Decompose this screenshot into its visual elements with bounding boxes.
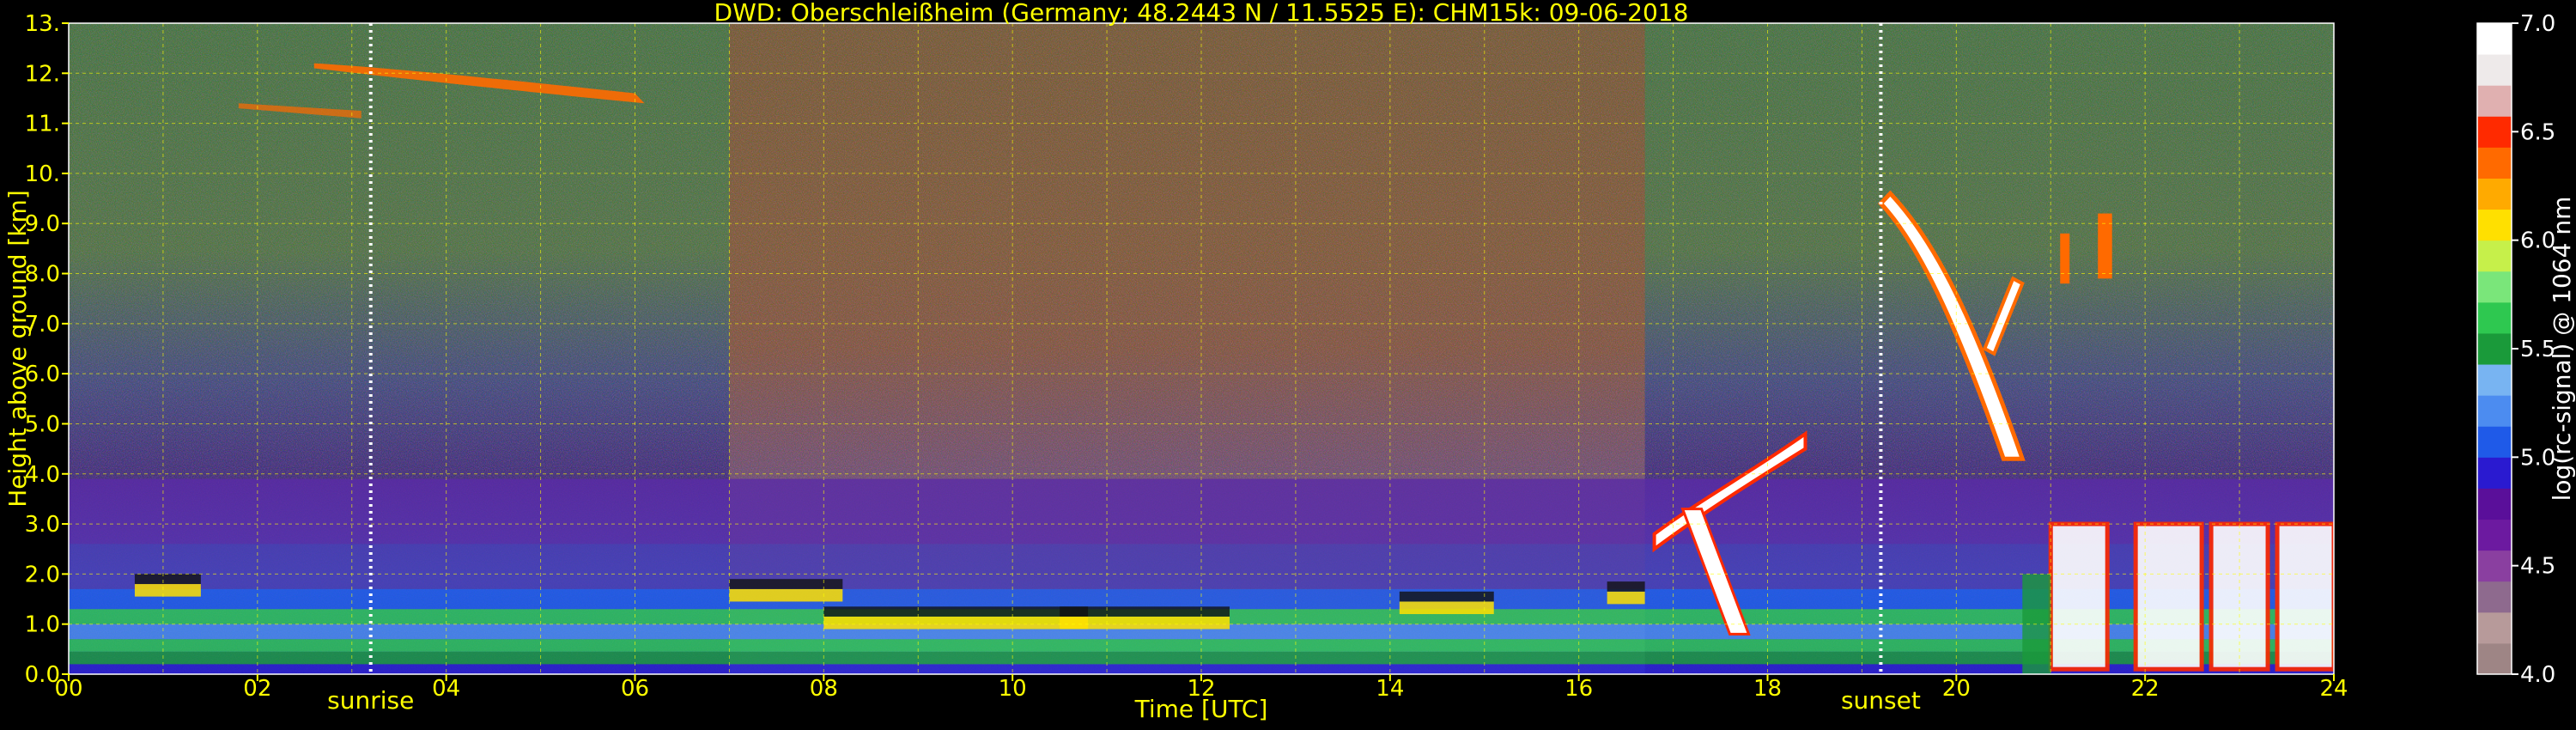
x-tick-label: 20 [1942,676,1971,702]
colorbar-segment [2477,364,2512,396]
y-tick-label: 10. [25,161,60,187]
colorbar-segment [2477,332,2512,365]
colorbar-segment [2477,581,2512,613]
colorbar-tick-label: 6.5 [2520,119,2555,145]
y-tick-label: 11. [25,112,60,137]
cloud-top [134,574,201,585]
cloud-top [1399,591,1494,602]
ceilometer-chart: 0.01.02.03.04.05.06.07.08.09.010.11.12.1… [3,0,2576,723]
x-tick-label: 18 [1753,676,1782,702]
colorbar [2476,22,2512,675]
colorbar-label: log(rc-signal) @ 1064 nm [2548,197,2576,502]
colorbar-segment [2477,85,2512,117]
y-tick-label: 2.0 [25,562,60,587]
colorbar-segment [2477,147,2512,179]
x-tick-label: 06 [621,676,649,702]
colorbar-segment [2477,23,2512,55]
x-tick-label: 02 [243,676,271,702]
y-tick-label: 3.0 [25,512,60,538]
x-tick-label: 08 [810,676,838,702]
x-tick-label: 00 [54,676,82,702]
x-tick-label: 22 [2131,676,2160,702]
colorbar-segment [2477,54,2512,86]
y-tick-label: 1.0 [25,612,60,638]
chart-title: DWD: Oberschleißheim (Germany; 48.2443 N… [714,0,1689,27]
cloud-base [1060,616,1230,630]
colorbar-segment [2477,395,2512,427]
low-cloud [2133,521,2204,672]
colorbar-tick-label: 7.0 [2520,11,2555,37]
colorbar-segment [2477,240,2512,272]
colorbar-segment [2477,642,2512,675]
y-tick-label: 13. [25,11,60,37]
x-tick-label: 04 [432,676,460,702]
colorbar-segment [2477,611,2512,644]
cloud-base [134,584,201,597]
colorbar-segment [2477,457,2512,489]
cloud-top [1060,606,1230,617]
low-cloud [2275,521,2334,672]
aerosol-band [69,588,2334,610]
colorbar-segment [2477,209,2512,241]
colorbar-tick-label: 4.5 [2520,554,2555,580]
y-axis-label: Height above ground [km] [3,190,32,508]
colorbar-segment [2477,301,2512,334]
small-cloud [2060,233,2070,284]
cloud-base [1399,601,1494,615]
marker-labels: sunrise sunset [327,686,1921,715]
colorbar-segment [2477,426,2512,458]
sunrise-label: sunrise [327,686,414,715]
sunset-label: sunset [1841,686,1921,715]
x-tick-label: 10 [999,676,1027,702]
x-axis-label: Time [UTC] [1134,695,1268,723]
low-cloud [2048,521,2110,672]
x-tick-label: 14 [1376,676,1404,702]
cloud-top [1607,581,1645,592]
colorbar-segment [2477,519,2512,551]
colorbar-tick-label: 4.0 [2520,662,2555,688]
cloud-top [823,606,1089,617]
colorbar-segment [2477,116,2512,148]
x-tick-label: 16 [1564,676,1593,702]
cloud-base [729,588,843,602]
x-tick-label: 24 [2319,676,2348,702]
colorbar-segment [2477,271,2512,303]
cloud-top [729,579,843,589]
colorbar-segment [2477,550,2512,582]
cloud-base [823,616,1089,630]
y-tick-label: 12. [25,61,60,87]
colorbar-segment [2477,178,2512,210]
cloud-base [1607,591,1645,605]
colorbar-segment [2477,488,2512,520]
